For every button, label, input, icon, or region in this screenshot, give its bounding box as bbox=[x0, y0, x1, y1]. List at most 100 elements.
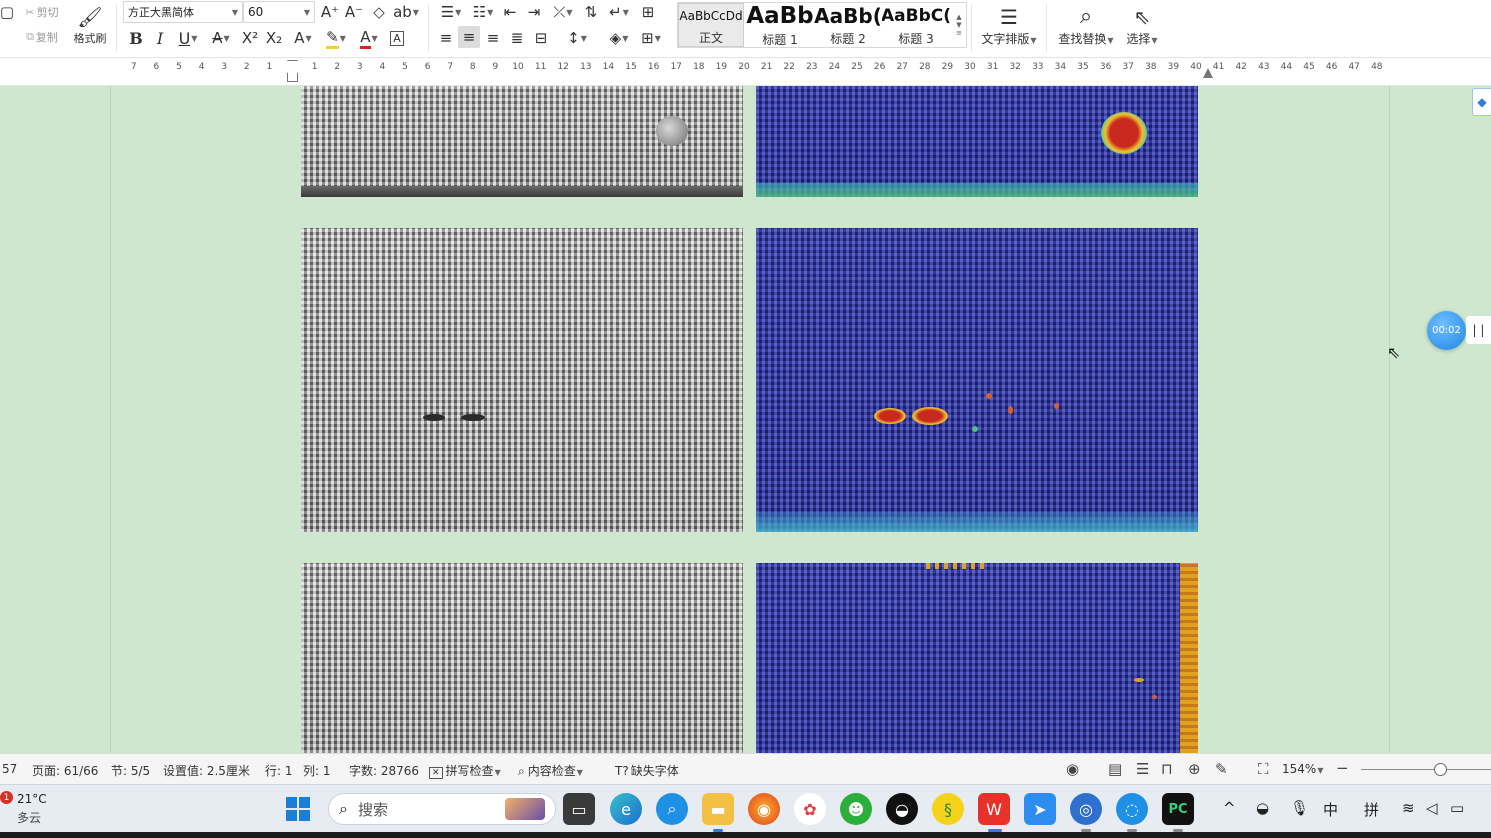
qq-tray-icon[interactable]: ◒ bbox=[1256, 799, 1269, 817]
pycharm-icon[interactable]: PC bbox=[1162, 793, 1194, 825]
subscript-button[interactable]: X₂ bbox=[263, 28, 285, 48]
font-color-button[interactable]: A ▼ bbox=[354, 28, 384, 49]
status-col[interactable]: 列: 1 bbox=[303, 762, 331, 779]
firefox-icon[interactable]: ◉ bbox=[748, 793, 780, 825]
file-explorer-icon[interactable]: ▬ bbox=[702, 793, 734, 825]
clear-format-button[interactable]: ◇ bbox=[368, 2, 390, 22]
shading-button[interactable]: ◈ ▼ bbox=[604, 28, 634, 48]
web-view-icon[interactable]: ⊕ bbox=[1188, 760, 1201, 778]
edit-pen-icon[interactable]: ✎ bbox=[1215, 760, 1228, 778]
text-layout-button[interactable]: ☰ 文字排版▼ bbox=[978, 2, 1040, 48]
select-button[interactable]: ⇖ 选择▼ bbox=[1122, 2, 1162, 48]
heatmap-2[interactable] bbox=[756, 228, 1198, 532]
font-name-select[interactable]: 方正大黑简体 ▼ bbox=[123, 1, 243, 23]
status-row[interactable]: 行: 1 bbox=[265, 762, 293, 779]
edge-browser-icon[interactable]: e bbox=[610, 793, 642, 825]
fabric-photo-1[interactable] bbox=[301, 86, 743, 197]
format-painter-button[interactable]: 🖌 格式刷 bbox=[70, 2, 110, 48]
copy-button[interactable]: ⧉ 复制 bbox=[17, 28, 67, 46]
reading-view-icon[interactable]: ⊓ bbox=[1161, 760, 1173, 778]
bullets-button[interactable]: ☰ ▼ bbox=[436, 2, 466, 22]
outline-view-icon[interactable]: ☰ bbox=[1136, 760, 1149, 778]
paste-icon[interactable]: ▢ bbox=[0, 3, 14, 21]
wps-office-icon[interactable]: W bbox=[978, 793, 1010, 825]
heatmap-3[interactable] bbox=[756, 563, 1198, 753]
justify-button[interactable]: ≣ bbox=[507, 28, 527, 48]
status-page[interactable]: 页面: 61/66 bbox=[32, 762, 98, 779]
chinese-layout-button[interactable]: ⤫ ▼ bbox=[548, 2, 578, 22]
style-scroll[interactable]: ▲ ▼ ≡ bbox=[952, 3, 966, 47]
start-button[interactable] bbox=[286, 797, 310, 821]
left-indent-marker[interactable] bbox=[287, 60, 298, 82]
numbering-button[interactable]: ☷ ▼ bbox=[468, 2, 498, 22]
cut-button[interactable]: ✂ 剪切 bbox=[17, 3, 67, 21]
content-check-button[interactable]: ⌕ 内容检查▼ bbox=[518, 762, 583, 779]
phonetic-button[interactable]: ab ▼ bbox=[393, 2, 419, 22]
underline-button[interactable]: U ▼ bbox=[173, 28, 203, 48]
qq-browser-icon[interactable]: ◌ bbox=[1116, 793, 1148, 825]
line-spacing-button[interactable]: ↕ ▼ bbox=[562, 28, 592, 48]
zoom-slider-thumb[interactable] bbox=[1434, 763, 1447, 776]
style-normal[interactable]: AaBbCcDd 正文 bbox=[678, 3, 744, 47]
fabric-photo-3[interactable] bbox=[301, 563, 743, 753]
heatmap-1[interactable] bbox=[756, 86, 1198, 197]
document-page[interactable] bbox=[110, 86, 1390, 753]
volume-icon[interactable]: ◁ bbox=[1426, 799, 1438, 817]
recording-timer[interactable]: 00:02 bbox=[1427, 311, 1466, 350]
right-indent-marker[interactable] bbox=[1203, 68, 1213, 78]
font-size-select[interactable]: 60 ▼ bbox=[243, 1, 315, 23]
side-panel-tab[interactable]: ◆ bbox=[1472, 88, 1491, 116]
eye-protection-icon[interactable]: ◉ bbox=[1066, 760, 1079, 778]
char-border-button[interactable]: A bbox=[387, 28, 407, 48]
recording-pause-button[interactable]: | | bbox=[1466, 316, 1491, 344]
bold-button[interactable]: B bbox=[126, 28, 146, 48]
text-effect-button[interactable]: A ▼ bbox=[288, 28, 318, 48]
grow-font-button[interactable]: A⁺ bbox=[320, 2, 340, 22]
ime-language[interactable]: 中 bbox=[1323, 799, 1338, 820]
shrink-font-button[interactable]: A⁻ bbox=[344, 2, 364, 22]
fit-page-icon[interactable]: ⛶ bbox=[1258, 760, 1269, 778]
sort-button[interactable]: ⇅ bbox=[581, 2, 601, 22]
align-center-button[interactable]: ≡ bbox=[458, 26, 480, 48]
missing-font-button[interactable]: T? 缺失字体 bbox=[615, 762, 679, 779]
weather-widget[interactable]: 1 21°C 多云 bbox=[0, 791, 60, 827]
distribute-button[interactable]: ⊟ bbox=[531, 28, 551, 48]
page-view-icon[interactable]: ▤ bbox=[1108, 760, 1122, 778]
align-left-button[interactable]: ≡ bbox=[436, 28, 456, 48]
show-marks-button[interactable]: ↵ ▼ bbox=[605, 2, 633, 22]
horizontal-ruler[interactable]: 7 6 5 4 3 2 1 1 2 3 4 5 6 7 8 9 10 11 12 13 14 15 16 17 18 19 20 21… bbox=[0, 58, 1491, 86]
highlight-button[interactable]: ✎ ▼ bbox=[321, 28, 351, 49]
style-heading-2[interactable]: AaBb( 标题 2 bbox=[814, 3, 882, 47]
wifi-icon[interactable]: ≋ bbox=[1402, 799, 1415, 817]
document-canvas[interactable]: ◆ bbox=[0, 86, 1491, 753]
superscript-button[interactable]: X² bbox=[239, 28, 261, 48]
microphone-icon[interactable]: 🎙 bbox=[1290, 799, 1309, 817]
search-app-icon[interactable]: ⌕ bbox=[656, 793, 688, 825]
guard-app-icon[interactable]: § bbox=[932, 793, 964, 825]
tab-stop-button[interactable]: ⊞ bbox=[637, 2, 659, 22]
baidu-netdisk-icon[interactable]: ✿ bbox=[794, 793, 826, 825]
strikethrough-button[interactable]: A ▼ bbox=[206, 28, 236, 48]
fabric-photo-2[interactable] bbox=[301, 228, 743, 532]
status-setting[interactable]: 设置值: 2.5厘米 bbox=[163, 762, 250, 779]
qq-icon[interactable]: ◒ bbox=[886, 793, 918, 825]
align-right-button[interactable]: ≡ bbox=[483, 28, 503, 48]
chevron-up-icon[interactable]: ^ bbox=[1223, 799, 1236, 817]
decrease-indent-button[interactable]: ⇤ bbox=[500, 2, 520, 22]
style-heading-1[interactable]: AaBb 标题 1 bbox=[746, 3, 814, 47]
status-word-count[interactable]: 字数: 28766 bbox=[349, 762, 419, 779]
italic-button[interactable]: I bbox=[150, 28, 170, 48]
feishu-icon[interactable]: ➤ bbox=[1024, 793, 1056, 825]
zoom-slider-track[interactable] bbox=[1361, 769, 1491, 770]
wechat-icon[interactable]: ☻ bbox=[840, 793, 872, 825]
taskbar-search[interactable]: ⌕ 搜索 bbox=[328, 793, 556, 825]
style-heading-3[interactable]: AaBbC( 标题 3 bbox=[882, 3, 950, 47]
battery-icon[interactable]: ▭ bbox=[1450, 799, 1464, 817]
borders-button[interactable]: ⊞ ▼ bbox=[636, 28, 666, 48]
find-replace-button[interactable]: ⌕ 查找替换▼ bbox=[1055, 2, 1117, 48]
ime-mode[interactable]: 拼 bbox=[1364, 799, 1379, 820]
zoom-out-icon[interactable]: − bbox=[1336, 759, 1349, 777]
meeting-app-icon[interactable]: ◎ bbox=[1070, 793, 1102, 825]
status-section[interactable]: 节: 5/5 bbox=[111, 762, 150, 779]
task-view-icon[interactable]: ▭ bbox=[563, 793, 595, 825]
